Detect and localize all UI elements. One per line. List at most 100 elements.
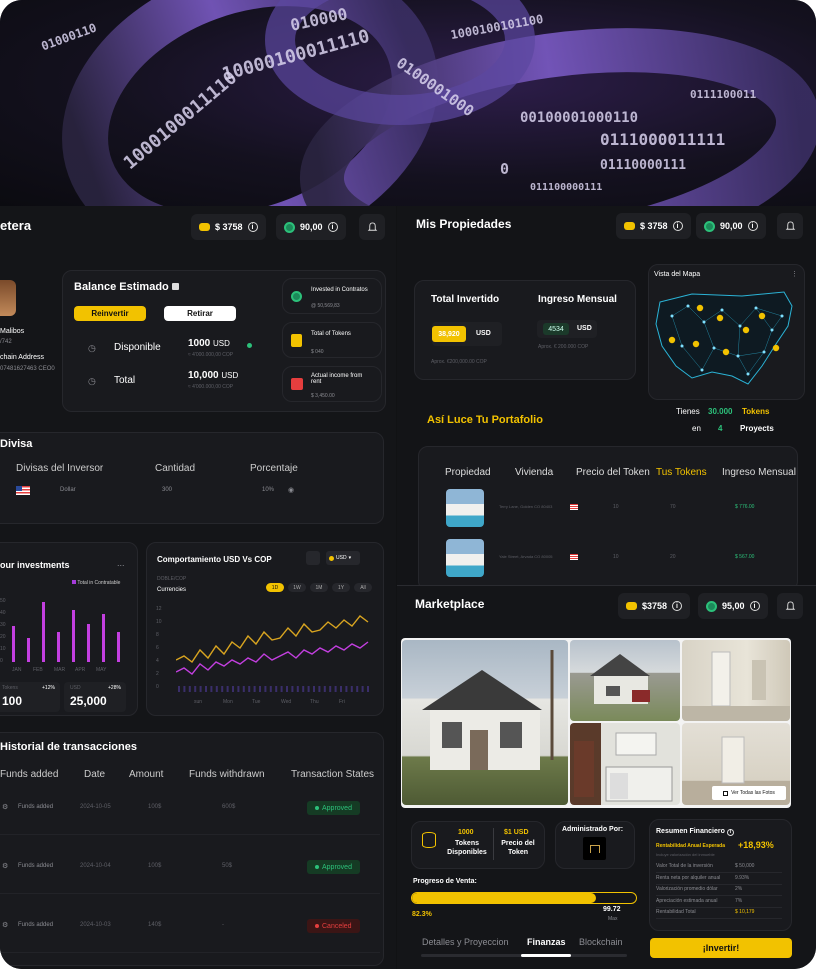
table-header: Propiedad (445, 467, 491, 478)
property-pin[interactable] (692, 340, 700, 348)
address-label: chain Address (0, 354, 44, 361)
y-tick-label: 12 (156, 606, 162, 612)
hero-bits: 011100000111 (530, 182, 603, 193)
stat-label: Total of Tokens (311, 331, 351, 337)
token-price: 10 (613, 554, 619, 560)
house-photo-exterior[interactable] (570, 640, 680, 721)
usd-line (176, 615, 369, 664)
property-pin[interactable] (696, 304, 704, 312)
history-header: Funds withdrawn (189, 769, 265, 780)
range-tab[interactable]: 1D (266, 583, 284, 592)
wallet-panel: etera $ 3758 i 90,00 i Malibos /742 chain … (0, 206, 396, 969)
summary-title: Resumen Financiero i (656, 828, 734, 836)
notification-bell-button[interactable] (359, 214, 385, 240)
y-tick-label: 10 (0, 646, 6, 652)
withdraw-button[interactable]: Retirar (164, 306, 236, 321)
house-photo-main[interactable] (402, 640, 568, 805)
range-tab[interactable]: 1Y (332, 583, 350, 592)
eye-icon[interactable]: ◉ (288, 486, 294, 494)
property-thumbnail[interactable] (446, 539, 484, 577)
available-status-dot (247, 343, 252, 348)
invest-button[interactable]: ¡Invertir! (650, 938, 792, 958)
notification-bell-button[interactable] (777, 593, 803, 619)
notification-bell-button[interactable] (777, 213, 803, 239)
stat-card: Actual income from rent $ 3,450.00 (282, 366, 382, 402)
summary-divider (656, 883, 782, 885)
investment-bar (117, 632, 120, 662)
monthly-income: $ 776.00 (735, 504, 755, 510)
your-tokens: 70 (670, 504, 676, 510)
currency-select[interactable]: USD ▾ (326, 551, 360, 565)
property-pin[interactable] (668, 336, 676, 344)
stat-card: Invested in Contratos @ 50,569,83 (282, 278, 382, 314)
house-photo-room[interactable] (682, 640, 790, 721)
currency-header: Divisas del Inversor (16, 463, 104, 474)
investment-bar (57, 632, 60, 662)
volume-bar (275, 686, 278, 692)
progress-max-label: Max (608, 916, 618, 922)
your-tokens: 20 (670, 554, 676, 560)
volume-bar (242, 686, 245, 692)
map-title: Vista del Mapa (654, 271, 701, 278)
bell-icon (785, 600, 795, 610)
range-tab[interactable]: All (354, 583, 372, 592)
tab-blockchain[interactable]: Blockchain (579, 937, 623, 947)
property-thumbnail[interactable] (446, 489, 484, 527)
tab-details[interactable]: Detalles y Proyeccion (422, 937, 509, 947)
property-pin[interactable] (716, 314, 724, 322)
network-node (762, 350, 766, 354)
network-node (712, 346, 716, 350)
network-node (702, 320, 706, 324)
range-tab[interactable]: 1W (288, 583, 306, 592)
more-menu-button[interactable]: ... (117, 558, 125, 568)
info-icon: i (747, 221, 758, 231)
volume-bar (215, 686, 218, 692)
volume-bar (205, 686, 207, 692)
summary-divider (656, 918, 782, 919)
volume-bar (367, 686, 369, 692)
coin-icon (626, 602, 637, 610)
investment-bar (27, 638, 30, 662)
balance-pill[interactable]: $3758 i (618, 593, 691, 619)
marketplace-panel: Marketplace $3758 i 95,00 i Ver Todas las … (397, 585, 816, 969)
tx-status-badge: Approved (307, 860, 360, 874)
house-photo-kitchen[interactable] (570, 723, 680, 805)
balance-pill[interactable]: $ 3758 i (191, 214, 266, 240)
property-pin[interactable] (722, 348, 730, 356)
summary-divider (656, 906, 782, 908)
view-all-photos-button[interactable]: Ver Todas las Fotos (712, 786, 786, 800)
map-menu-button[interactable]: ⋮ (791, 270, 798, 278)
volume-bar (302, 686, 305, 692)
tokens-summary: Tokens +12% 100 (0, 682, 60, 712)
progress-percent: 82.3% (412, 911, 432, 918)
x-tick-label: MAR (54, 667, 66, 673)
tokens-icon (291, 334, 302, 347)
tokens-pill[interactable]: 90,00 i (696, 213, 766, 239)
balance-pill[interactable]: $ 3758 i (616, 213, 691, 239)
y-tick-label: 0 (156, 684, 159, 690)
currency-card (0, 432, 384, 524)
property-pin[interactable] (742, 326, 750, 334)
range-tab[interactable]: 1M (310, 583, 328, 592)
volume-bar (345, 686, 348, 692)
tab-finances[interactable]: Finanzas (527, 937, 566, 947)
reinvest-button[interactable]: Reinvertir (74, 306, 146, 321)
stat-card: Total of Tokens $ 040 (282, 322, 382, 358)
wallet-title: etera (0, 218, 32, 233)
property-pin[interactable] (758, 312, 766, 320)
chart-legend: Total in Contratable (72, 580, 120, 586)
us-flag-icon (570, 554, 578, 560)
table-header: Tus Tokens (656, 467, 707, 478)
network-node (780, 314, 784, 318)
roi-value: +18,93% (738, 840, 774, 850)
property-pin[interactable] (772, 344, 780, 352)
invested-value: 38,920 (432, 326, 466, 342)
network-node (720, 308, 724, 312)
row-divider (0, 893, 380, 894)
summary-row-value: 7% (735, 897, 743, 904)
volume-bar (313, 686, 315, 692)
tokens-pill[interactable]: 90,00 i (276, 214, 346, 240)
filter-button[interactable] (306, 551, 320, 565)
invested-sub: Aprox. €200,000.00 COP (431, 359, 487, 365)
tokens-pill[interactable]: 95,00 i (698, 593, 768, 619)
